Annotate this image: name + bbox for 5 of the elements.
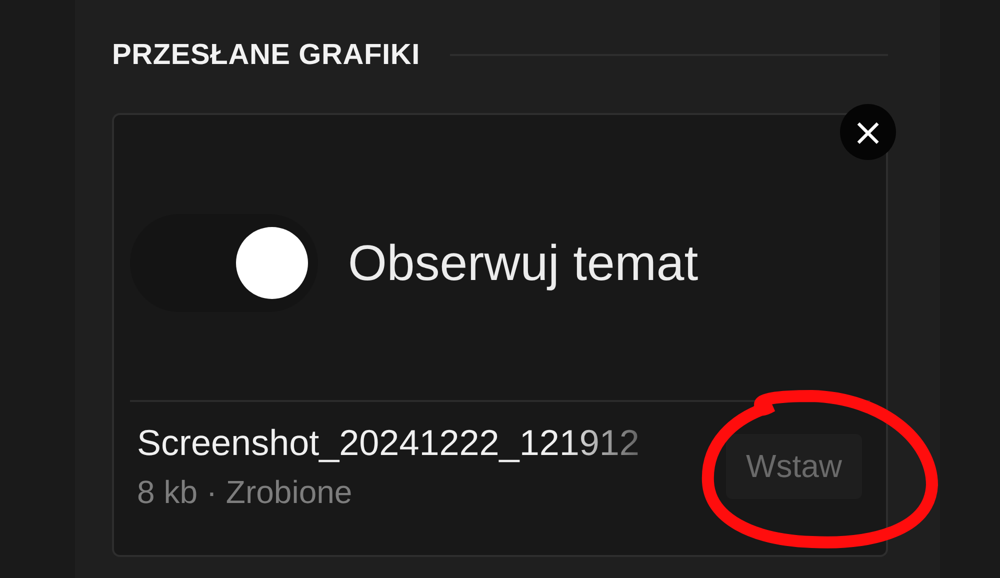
close-button[interactable]: × [840,104,896,160]
section-title: PRZESŁANE GRAFIKI [112,38,420,72]
file-name: Screenshot_20241222_121912 [137,422,640,464]
toggle-label: Obserwuj temat [348,234,698,292]
file-meta: 8 kb · Zrobione [137,474,354,511]
